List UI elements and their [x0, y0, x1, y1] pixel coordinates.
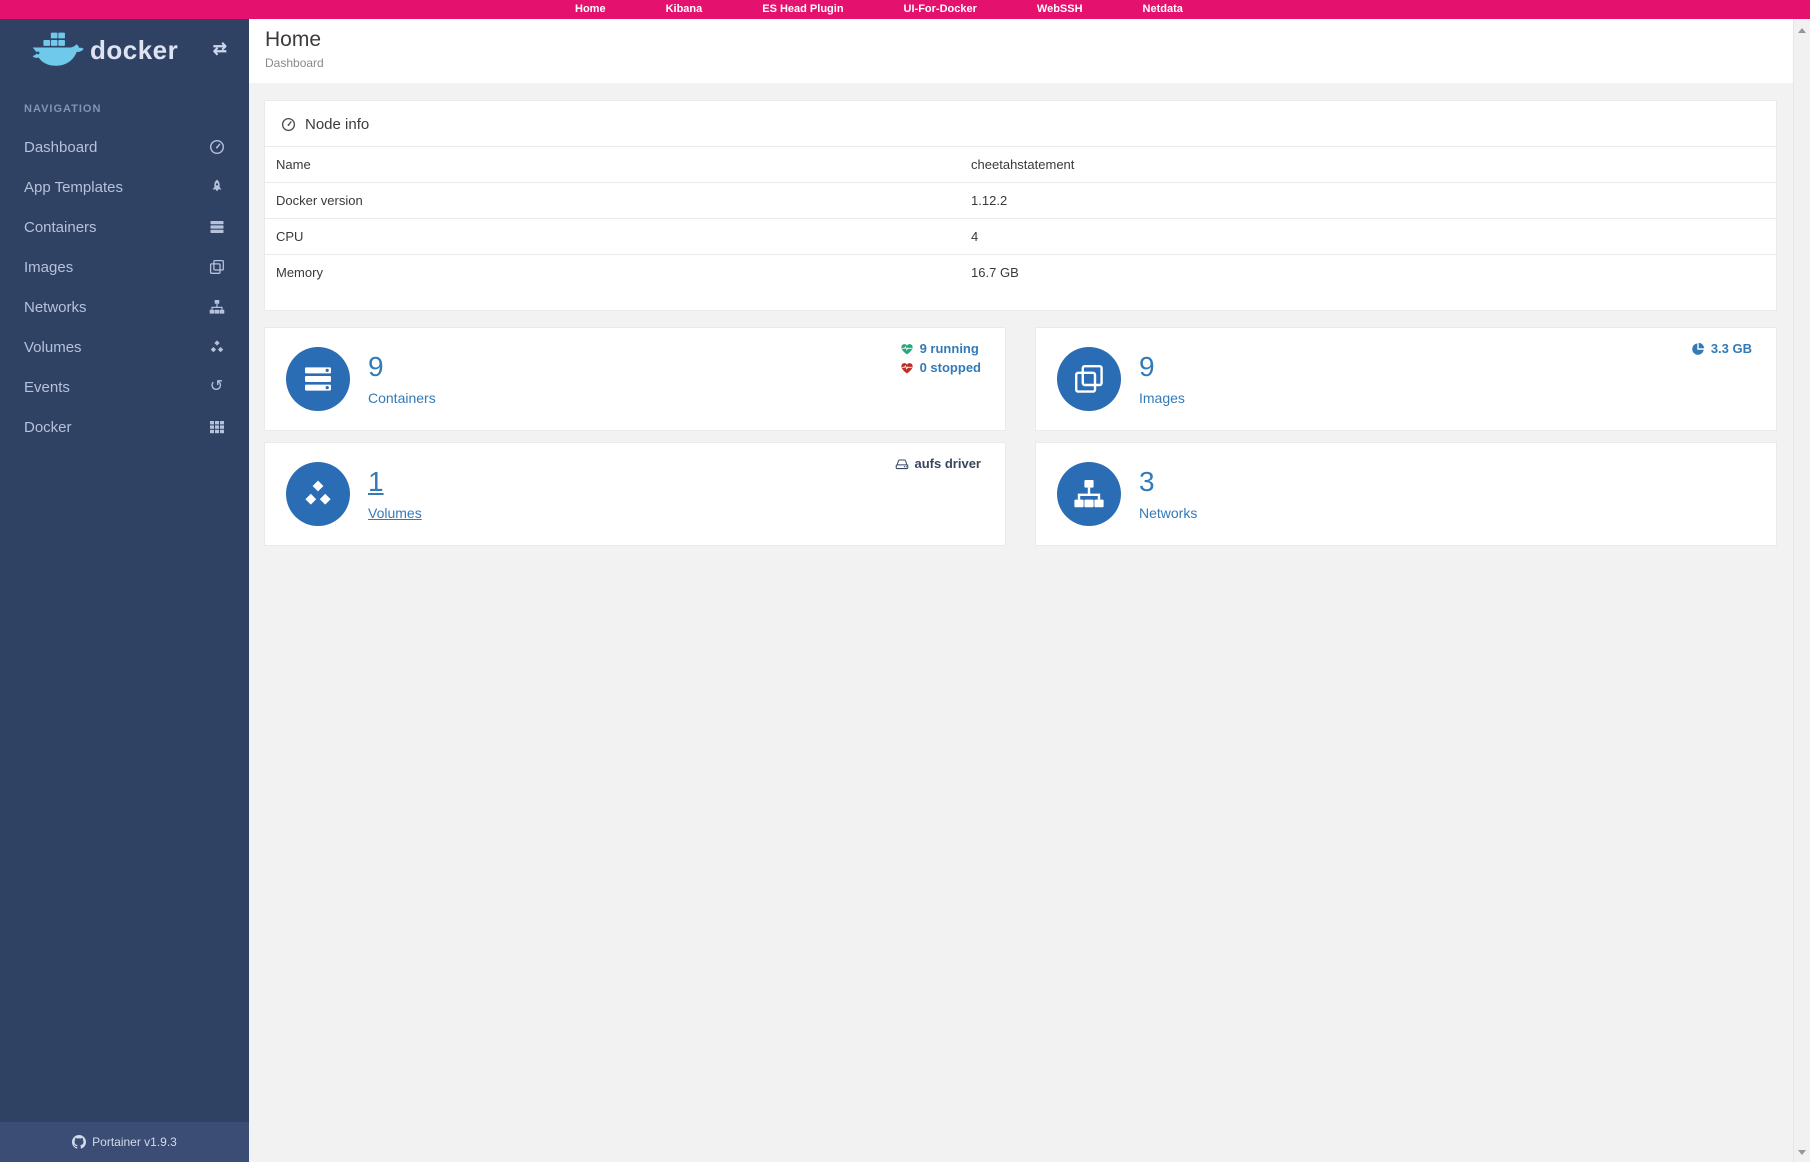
images-card[interactable]: 9 Images 3.3 GB [1035, 327, 1777, 431]
row-value: 1.12.2 [960, 183, 1776, 219]
sidebar-item-events[interactable]: Events ↺ [0, 367, 249, 407]
node-info-title: Node info [305, 116, 369, 133]
row-label: Name [265, 147, 960, 183]
sidebar-item-label: Images [24, 259, 73, 276]
main-area: Home Dashboard Node info Name cheetahsta… [249, 19, 1793, 1162]
sidebar-brand[interactable]: docker ⇄ [0, 19, 249, 81]
stopped-count-label: 0 stopped [920, 360, 981, 375]
brand-wordmark: docker [90, 35, 178, 66]
top-link-es-head-plugin[interactable]: ES Head Plugin [762, 0, 843, 19]
volumes-label-link[interactable]: Volumes [368, 505, 422, 521]
page-title: Home [265, 28, 1793, 52]
clone-icon [208, 259, 225, 276]
sitemap-icon [208, 299, 225, 316]
scroll-up-arrow-icon[interactable] [1798, 28, 1806, 33]
volumes-stats: aufs driver [895, 456, 981, 471]
top-link-home[interactable]: Home [575, 0, 606, 19]
images-count-link[interactable]: 9 [1139, 353, 1185, 381]
row-label: CPU [265, 219, 960, 255]
row-value: cheetahstatement [960, 147, 1776, 183]
images-icon [1057, 347, 1121, 411]
sidebar-toggle-icon[interactable]: ⇄ [213, 39, 227, 59]
pie-chart-icon [1691, 342, 1705, 356]
row-value: 4 [960, 219, 1776, 255]
heartbeat-icon [900, 361, 914, 375]
server-icon [208, 219, 225, 236]
portainer-version-label: Portainer v1.9.3 [92, 1135, 177, 1149]
stopped-stat: 0 stopped [900, 360, 981, 375]
sidebar-item-volumes[interactable]: Volumes [0, 327, 249, 367]
sidebar-item-docker[interactable]: Docker [0, 407, 249, 447]
sidebar-item-label: Docker [24, 419, 72, 436]
volume-driver-stat: aufs driver [895, 456, 981, 471]
rocket-icon [208, 179, 225, 196]
navigation-section-label: NAVIGATION [24, 103, 249, 115]
top-link-ui-for-docker[interactable]: UI-For-Docker [904, 0, 977, 19]
containers-count-link[interactable]: 9 [368, 353, 436, 381]
volume-driver-label: aufs driver [915, 456, 981, 471]
top-nav-bar: Home Kibana ES Head Plugin UI-For-Docker… [0, 0, 1810, 19]
networks-count-link[interactable]: 3 [1139, 468, 1197, 496]
running-count-label: 9 running [920, 341, 979, 356]
heartbeat-icon [900, 342, 914, 356]
top-link-netdata[interactable]: Netdata [1143, 0, 1183, 19]
grid-icon [208, 419, 225, 436]
sidebar-item-dashboard[interactable]: Dashboard [0, 127, 249, 167]
tachometer-icon [208, 139, 225, 156]
sidebar-item-app-templates[interactable]: App Templates [0, 167, 249, 207]
networks-label-link[interactable]: Networks [1139, 505, 1197, 521]
node-info-table: Name cheetahstatement Docker version 1.1… [265, 146, 1776, 290]
docker-whale-icon [26, 30, 84, 70]
containers-icon [286, 347, 350, 411]
row-label: Memory [265, 255, 960, 291]
containers-stats: 9 running 0 stopped [900, 341, 981, 375]
containers-card[interactable]: 9 Containers 9 running 0 stopped [264, 327, 1006, 431]
summary-cards-row-2: 1 Volumes aufs driver 3 Networks [264, 442, 1777, 546]
top-link-kibana[interactable]: Kibana [666, 0, 703, 19]
cubes-icon [208, 339, 225, 356]
containers-label-link[interactable]: Containers [368, 390, 436, 406]
networks-card[interactable]: 3 Networks [1035, 442, 1777, 546]
hdd-icon [895, 457, 909, 471]
running-stat: 9 running [900, 341, 981, 356]
node-info-panel: Node info Name cheetahstatement Docker v… [264, 100, 1777, 311]
github-icon [72, 1135, 86, 1149]
sidebar-item-label: Networks [24, 299, 87, 316]
images-size-stat: 3.3 GB [1691, 341, 1752, 356]
images-stats: 3.3 GB [1691, 341, 1752, 356]
top-link-webssh[interactable]: WebSSH [1037, 0, 1083, 19]
scroll-down-arrow-icon[interactable] [1798, 1150, 1806, 1155]
breadcrumb: Dashboard [265, 56, 1793, 70]
sidebar-item-label: Volumes [24, 339, 82, 356]
volumes-card[interactable]: 1 Volumes aufs driver [264, 442, 1006, 546]
node-info-header: Node info [265, 101, 1776, 146]
sidebar-footer-link[interactable]: Portainer v1.9.3 [0, 1122, 249, 1162]
volumes-count-link[interactable]: 1 [368, 468, 422, 496]
sidebar-item-images[interactable]: Images [0, 247, 249, 287]
table-row: CPU 4 [265, 219, 1776, 255]
tachometer-icon [281, 117, 296, 132]
sidebar-item-label: App Templates [24, 179, 123, 196]
table-row: Name cheetahstatement [265, 147, 1776, 183]
row-value: 16.7 GB [960, 255, 1776, 291]
table-row: Docker version 1.12.2 [265, 183, 1776, 219]
sidebar-menu: Dashboard App Templates Containers Image… [0, 127, 249, 447]
history-icon: ↺ [208, 379, 225, 396]
vertical-scrollbar[interactable] [1793, 19, 1810, 1162]
sidebar-item-label: Events [24, 379, 70, 396]
table-row: Memory 16.7 GB [265, 255, 1776, 291]
networks-icon [1057, 462, 1121, 526]
images-label-link[interactable]: Images [1139, 390, 1185, 406]
dashboard-content: Node info Name cheetahstatement Docker v… [249, 83, 1793, 546]
sidebar-item-label: Dashboard [24, 139, 97, 156]
sidebar: docker ⇄ NAVIGATION Dashboard App Templa… [0, 19, 249, 1162]
page-header: Home Dashboard [249, 19, 1793, 83]
sidebar-item-label: Containers [24, 219, 97, 236]
summary-cards-row-1: 9 Containers 9 running 0 stopped [264, 327, 1777, 431]
sidebar-item-networks[interactable]: Networks [0, 287, 249, 327]
images-size-label: 3.3 GB [1711, 341, 1752, 356]
volumes-icon [286, 462, 350, 526]
sidebar-item-containers[interactable]: Containers [0, 207, 249, 247]
row-label: Docker version [265, 183, 960, 219]
